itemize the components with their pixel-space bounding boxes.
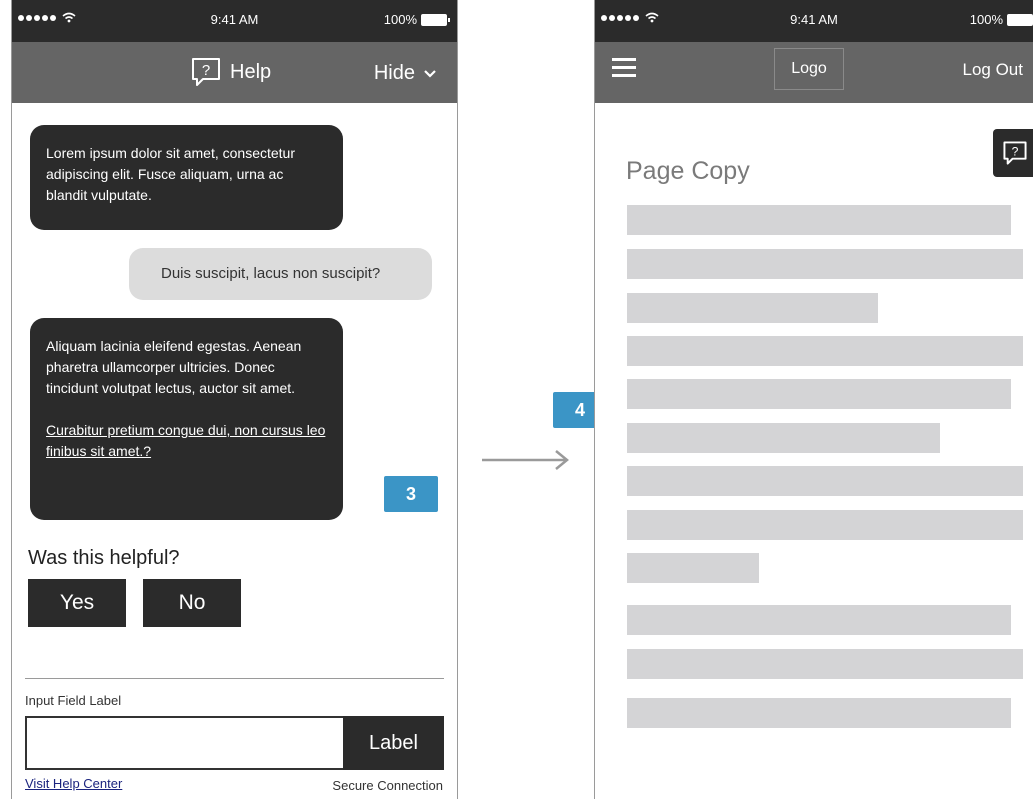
bot-message-text: Lorem ipsum dolor sit amet, consectetur …	[46, 145, 295, 203]
placeholder-line	[627, 605, 1011, 635]
help-title: ? Help	[190, 56, 271, 88]
chat-input-field[interactable]	[25, 716, 343, 770]
svg-text:?: ?	[202, 62, 210, 79]
battery-indicator: 100%	[970, 12, 1033, 27]
help-speech-bubble-icon: ?	[192, 58, 220, 86]
secure-connection-text: Secure Connection	[332, 778, 443, 793]
callout-badge-3: 3	[384, 476, 438, 512]
no-button[interactable]: No	[143, 579, 241, 627]
visit-help-center-link[interactable]: Visit Help Center	[25, 776, 122, 791]
hide-label: Hide	[373, 62, 415, 84]
battery-indicator: 100%	[383, 12, 450, 27]
divider	[25, 678, 444, 679]
placeholder-line	[627, 293, 878, 323]
placeholder-line	[627, 649, 1023, 679]
bot-message: Aliquam lacinia eleifend egestas. Aenean…	[30, 318, 343, 520]
placeholder-line	[627, 510, 1023, 540]
log-out-link[interactable]: Log Out	[963, 60, 1024, 80]
placeholder-line	[627, 336, 1023, 366]
input-field-label: Input Field Label	[25, 693, 122, 708]
battery-percent: 100%	[969, 12, 1003, 27]
hide-button[interactable]: Hide	[374, 62, 437, 85]
placeholder-line	[627, 205, 1011, 235]
battery-icon	[421, 13, 450, 26]
svg-text:?: ?	[1012, 144, 1019, 158]
battery-icon	[1007, 13, 1033, 26]
placeholder-line	[627, 553, 759, 583]
placeholder-line	[627, 698, 1011, 728]
status-time: 9:41 AM	[790, 12, 838, 27]
page-screen: 9:41 AM 100% Logo Log Out ? Page Copy	[594, 0, 1033, 799]
chevron-down-icon	[424, 69, 436, 78]
logo[interactable]: Logo	[774, 48, 844, 90]
placeholder-line	[627, 466, 1023, 496]
user-message-text: Duis suscipit, lacus non suscipit?	[161, 265, 381, 282]
user-message: Duis suscipit, lacus non suscipit?	[129, 248, 432, 300]
placeholder-line	[627, 379, 1011, 409]
battery-percent: 100%	[383, 12, 417, 27]
status-bar: 9:41 AM 100%	[595, 0, 1033, 42]
yes-button[interactable]: Yes	[28, 579, 126, 627]
page-header: Logo Log Out	[595, 42, 1033, 103]
help-title-label: Help	[230, 60, 272, 83]
bot-message: Lorem ipsum dolor sit amet, consectetur …	[30, 125, 343, 230]
helpful-question: Was this helpful?	[28, 547, 180, 569]
placeholder-line	[627, 249, 1023, 279]
chat-help-screen: 9:41 AM 100% ? Help Hide Lorem ipsum dol…	[11, 0, 458, 799]
chat-header: ? Help Hide	[12, 42, 457, 103]
hamburger-menu-icon[interactable]	[612, 57, 636, 79]
placeholder-line	[627, 423, 940, 453]
suggested-question-link[interactable]: Curabitur pretium congue dui, non cursus…	[46, 422, 325, 459]
page-title: Page Copy	[626, 157, 750, 185]
input-submit-button[interactable]: Label	[343, 716, 444, 770]
bot-message-text: Aliquam lacinia eleifend egestas. Aenean…	[46, 338, 302, 396]
status-bar: 9:41 AM 100%	[12, 0, 457, 42]
help-speech-bubble-icon: ?	[1003, 141, 1027, 165]
help-chat-button[interactable]: ?	[993, 129, 1033, 177]
right-arrow-icon	[482, 450, 569, 470]
